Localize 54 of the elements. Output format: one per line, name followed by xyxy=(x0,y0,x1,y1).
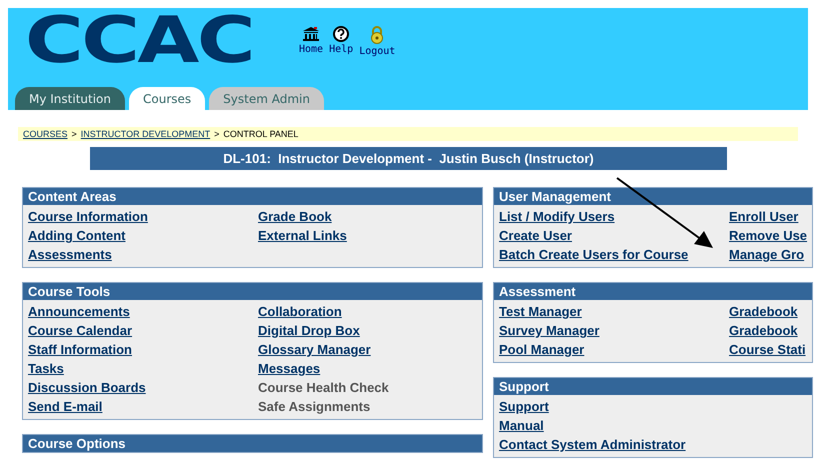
panel-link[interactable]: Course Information xyxy=(28,209,148,224)
padlock-icon xyxy=(370,26,384,44)
breadcrumb-current: CONTROL PANEL xyxy=(223,129,298,139)
panel-heading: User Management xyxy=(494,188,812,205)
nav-link[interactable]: Home xyxy=(299,26,324,57)
panel-link[interactable]: Manage Gro xyxy=(729,247,804,262)
panel-link[interactable]: Gradebook xyxy=(729,304,798,319)
panel-link[interactable]: Adding Content xyxy=(28,228,126,243)
panel-link[interactable]: Discussion Boards xyxy=(28,380,146,395)
panel-link[interactable]: Grade Book xyxy=(258,209,332,224)
panel-link[interactable]: Gradebook xyxy=(729,323,798,338)
panel-link[interactable]: Messages xyxy=(258,361,320,376)
panel-link[interactable]: Contact System Administrator xyxy=(499,437,686,452)
panel-link[interactable]: Staff Information xyxy=(28,342,132,357)
help-icon xyxy=(333,26,350,42)
panel-link[interactable]: Digital Drop Box xyxy=(258,323,360,338)
tab[interactable]: Courses xyxy=(129,87,206,110)
breadcrumb-separator: > xyxy=(72,129,77,139)
building-icon xyxy=(302,26,320,42)
panel-link[interactable]: Collaboration xyxy=(258,304,342,319)
panel-heading: Support xyxy=(494,378,812,395)
panel-link: Course Health Check xyxy=(258,380,389,395)
tab[interactable]: My Institution xyxy=(15,87,126,110)
panel-link[interactable]: Glossary Manager xyxy=(258,342,371,357)
breadcrumb-separator: > xyxy=(214,129,220,139)
panel-heading: Assessment xyxy=(494,283,812,300)
panel-link[interactable]: External Links xyxy=(258,228,347,243)
panel-link[interactable]: Manual xyxy=(499,418,544,433)
course-title-bar: DL-101: Instructor Development - Justin Busch (Instructor) xyxy=(90,147,727,170)
panel-heading: Course Tools xyxy=(23,283,482,300)
panel-link[interactable]: Support xyxy=(499,399,549,414)
panel-link[interactable]: Course Stati xyxy=(729,342,806,357)
panel-link[interactable]: Survey Manager xyxy=(499,323,600,338)
logo: CCAC xyxy=(25,14,254,68)
panel-link[interactable]: Batch Create Users for Course xyxy=(499,247,688,262)
panel-link[interactable]: Remove Use xyxy=(729,228,808,243)
tab[interactable]: System Admin xyxy=(209,87,324,110)
panel-link[interactable]: Assessments xyxy=(28,247,112,262)
breadcrumb-link[interactable]: INSTRUCTOR DEVELOPMENT xyxy=(80,129,210,139)
panel-link[interactable]: List / Modify Users xyxy=(499,209,615,224)
panel-link[interactable]: Test Manager xyxy=(499,304,582,319)
breadcrumb-link[interactable]: COURSES xyxy=(23,129,68,139)
panel-link[interactable]: Announcements xyxy=(28,304,130,319)
panel-link[interactable]: Pool Manager xyxy=(499,342,584,357)
panel-link[interactable]: Course Calendar xyxy=(28,323,132,338)
panel-link[interactable]: Enroll User xyxy=(729,209,798,224)
panel-link[interactable]: Send E-mail xyxy=(28,399,102,414)
nav-link[interactable]: Logout xyxy=(359,26,396,57)
panel-link[interactable]: Tasks xyxy=(28,361,64,376)
panel-heading: Course Options xyxy=(23,435,482,452)
panel-link: Safe Assignments xyxy=(258,399,370,414)
panel-link[interactable]: Create User xyxy=(499,228,572,243)
panel-heading: Content Areas xyxy=(23,188,482,205)
nav-link[interactable]: Help xyxy=(329,26,354,57)
